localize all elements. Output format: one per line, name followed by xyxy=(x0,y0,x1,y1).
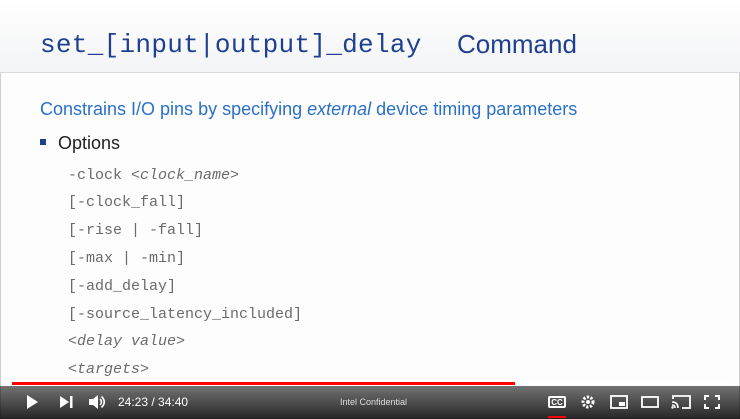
subtitle-text-start: Constrains I/O pins by specifying xyxy=(40,99,308,119)
option-flag: [-add_delay] xyxy=(68,278,177,295)
player-controls: 24:23 / 34:40 Intel Confidential CC xyxy=(0,386,740,419)
volume-icon[interactable] xyxy=(88,393,108,411)
options-bullet: Options xyxy=(40,133,120,154)
theater-mode-icon[interactable] xyxy=(640,393,660,411)
option-line: [-source_latency_included] xyxy=(68,306,302,323)
play-icon[interactable] xyxy=(24,393,40,411)
option-line: <targets> xyxy=(68,361,149,378)
option-flag: -clock xyxy=(68,167,132,184)
slide-subtitle: Constrains I/O pins by specifying extern… xyxy=(40,99,577,120)
settings-gear-icon[interactable] xyxy=(579,393,597,411)
option-line: -clock <clock_name> xyxy=(68,167,239,184)
options-heading: Options xyxy=(58,133,121,153)
option-line: [-clock_fall] xyxy=(68,194,185,211)
captions-button[interactable]: CC xyxy=(548,393,566,411)
miniplayer-icon[interactable] xyxy=(609,393,629,411)
option-flag: [-rise | -fall] xyxy=(68,222,204,239)
subtitle-emphasis: external xyxy=(307,99,372,119)
fullscreen-icon[interactable] xyxy=(703,393,721,411)
option-arg: <clock_name> xyxy=(131,167,240,184)
option-line: [-add_delay] xyxy=(68,278,176,295)
slide-title-word: Command xyxy=(457,29,577,59)
subtitle-text-end: device timing parameters xyxy=(371,99,578,119)
slide-title-bar: set_[input|output]_delay Command xyxy=(0,0,740,73)
option-line: <delay value> xyxy=(68,333,185,350)
option-flag: [-source_latency_included] xyxy=(68,306,303,323)
confidential-label: Intel Confidential xyxy=(340,397,408,407)
option-line: [-max | -min] xyxy=(68,250,185,267)
next-icon[interactable] xyxy=(58,393,74,411)
time-display: 24:23 / 34:40 xyxy=(118,395,189,409)
captions-icon: CC xyxy=(548,396,566,408)
option-line: [-rise | -fall] xyxy=(68,222,203,239)
option-arg: <targets> xyxy=(68,361,150,378)
option-flag: [-clock_fall] xyxy=(68,194,186,211)
progress-played[interactable] xyxy=(12,382,515,385)
slide-title-command: set_[input|output]_delay xyxy=(40,30,422,60)
option-arg: <delay value> xyxy=(68,333,186,350)
option-flag: [-max | -min] xyxy=(68,250,186,267)
cast-icon[interactable] xyxy=(670,393,692,411)
bullet-square-icon xyxy=(40,139,46,146)
captions-active-indicator xyxy=(548,416,566,418)
slide: set_[input|output]_delay Command Constra… xyxy=(0,0,740,386)
